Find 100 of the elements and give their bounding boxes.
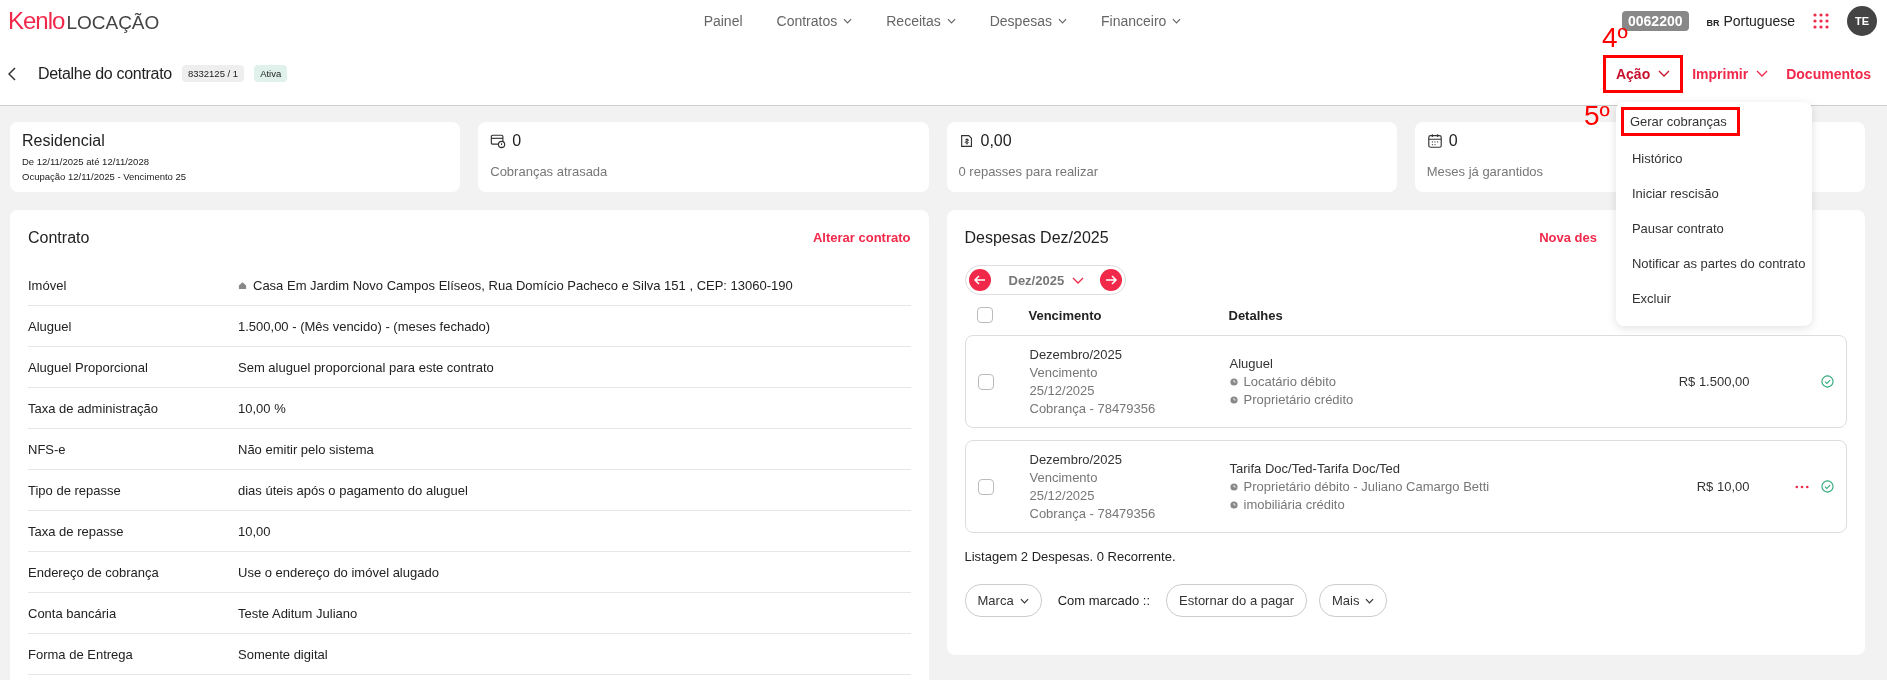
- menu-item[interactable]: Excluir: [1623, 280, 1804, 316]
- expense-amount: R$ 1.500,00: [1677, 374, 1750, 389]
- expense-row[interactable]: Dezembro/2025 Vencimento 25/12/2025 Cobrança - 78479356 Aluguel Locatário débito Proprietário crédito R$ 1.500,00: [964, 335, 1847, 428]
- due-date: 25/12/2025: [1029, 486, 1096, 505]
- house-icon: [238, 280, 247, 290]
- field-label: Taxa de repasse: [28, 523, 125, 539]
- nav-menu-item[interactable]: Receitas: [886, 13, 956, 29]
- month-label: Dez/2025: [1008, 272, 1065, 288]
- panel-title: Contrato: [28, 228, 90, 247]
- expense-title: Tarifa Doc/Ted-Tarifa Doc/Ted: [1229, 459, 1401, 478]
- field-value: Use o endereço do imóvel alugado: [238, 564, 439, 580]
- expense-period: Dezembro/2025: [1029, 450, 1123, 469]
- contract-type: Residencial: [22, 132, 106, 150]
- nav-menu-item[interactable]: Contratos: [776, 13, 853, 29]
- clock-icon: [1229, 500, 1238, 509]
- mark-button[interactable]: Marca: [964, 584, 1042, 617]
- contract-id-badge: 8332125 / 1: [181, 65, 245, 82]
- field-value: Não emitir pelo sistema: [238, 441, 374, 457]
- due-label: Vencimento: [1029, 363, 1099, 382]
- stat-label: 0 repasses para realizar: [958, 164, 1099, 179]
- field-value: 10,00: [238, 523, 271, 539]
- row-checkbox[interactable]: [977, 478, 994, 495]
- back-icon[interactable]: [8, 66, 16, 81]
- select-all-checkbox[interactable]: [976, 307, 993, 323]
- action-button[interactable]: Ação: [1603, 55, 1683, 92]
- product-name: LOCAÇÃO: [66, 12, 160, 34]
- expense-period: Dezembro/2025: [1029, 345, 1123, 364]
- clock-icon: [1229, 377, 1238, 386]
- caret-icon: [946, 18, 956, 24]
- party-entry: imobiliária crédito: [1243, 495, 1345, 514]
- more-options-icon[interactable]: [1795, 484, 1809, 489]
- expense-title: Aluguel: [1229, 354, 1274, 373]
- menu-item[interactable]: Iniciar rescisão: [1623, 175, 1804, 211]
- field-label: Aluguel Proporcional: [28, 359, 149, 375]
- page-title: Detalhe do contrato: [38, 64, 172, 83]
- action-button[interactable]: Imprimir: [1684, 58, 1777, 89]
- field-value: 10,00 %: [238, 400, 286, 416]
- row-checkbox[interactable]: [977, 373, 994, 390]
- due-date: 25/12/2025: [1029, 381, 1096, 400]
- stat-label: Meses já garantidos: [1426, 164, 1545, 179]
- field-label: Forma de Entrega: [28, 646, 134, 662]
- party-entry: Locatário débito: [1243, 372, 1336, 391]
- stat-value: 0,00: [980, 132, 1012, 150]
- field-value: 1.500,00 - (Mês vencido) - (meses fechado): [238, 318, 491, 334]
- field-value: dias úteis após o pagamento do aluguel: [238, 482, 468, 498]
- status-badge: Ativa: [254, 65, 288, 82]
- revert-button[interactable]: Estornar do a pagar: [1166, 584, 1307, 617]
- language-selector[interactable]: BR Portuguese: [1706, 13, 1795, 29]
- menu-item[interactable]: Histórico: [1623, 140, 1804, 176]
- new-expense-link[interactable]: Nova des: [1539, 230, 1597, 245]
- brand-logo[interactable]: Kenlo: [8, 7, 65, 35]
- field-label: Endereço de cobrança: [28, 564, 160, 580]
- nav-menu-item[interactable]: Financeiro: [1101, 13, 1182, 29]
- step-annotation: 5º: [1583, 101, 1610, 130]
- field-label: Taxa de administração: [28, 400, 160, 416]
- contract-occupancy: Ocupação 12/11/2025 - Vencimento 25: [22, 170, 188, 184]
- with-marked-label: Com marcado ::: [1057, 593, 1151, 608]
- user-avatar[interactable]: TE: [1847, 6, 1877, 36]
- stat-value: 0: [1448, 132, 1458, 150]
- more-button[interactable]: Mais: [1319, 584, 1388, 617]
- stat-value: 0: [512, 132, 522, 150]
- card-alert-icon: [490, 133, 507, 149]
- field-value: Sem aluguel proporcional para este contrato: [238, 359, 494, 375]
- field-label: Conta bancária: [28, 605, 118, 621]
- field-value: Somente digital: [238, 646, 328, 662]
- action-button[interactable]: Documentos: [1778, 58, 1879, 89]
- menu-item[interactable]: Gerar cobranças: [1621, 107, 1739, 135]
- caret-icon: [843, 18, 853, 24]
- charge-number: Cobrança - 78479356: [1029, 399, 1157, 418]
- column-header: Vencimento: [1028, 307, 1103, 323]
- expense-row[interactable]: Dezembro/2025 Vencimento 25/12/2025 Cobrança - 78479356 Tarifa Doc/Ted-Tarifa Doc/Ted Proprietário débito - Juliano Camargo Betti imobiliária crédito R$ 10,00: [964, 440, 1847, 533]
- charge-number: Cobrança - 78479356: [1029, 504, 1157, 523]
- due-label: Vencimento: [1029, 468, 1099, 487]
- column-header: Detalhes: [1228, 307, 1284, 323]
- field-label: Tipo de repasse: [28, 482, 122, 498]
- nav-menu-item[interactable]: Despesas: [989, 13, 1067, 29]
- nav-menu-item[interactable]: Painel: [703, 13, 743, 29]
- clock-icon: [1229, 395, 1238, 404]
- party-entry: Proprietário débito - Juliano Camargo Betti: [1243, 477, 1490, 496]
- clock-icon: [1229, 482, 1238, 491]
- field-value: Casa Em Jardim Novo Campos Elíseos, Rua Domício Pacheco e Silva 151 , CEP: 13060-190: [253, 277, 793, 293]
- field-value: Teste Aditum Juliano: [238, 605, 358, 621]
- panel-title: Despesas Dez/2025: [964, 228, 1109, 247]
- field-label: Imóvel: [28, 277, 68, 293]
- caret-icon: [1658, 70, 1671, 77]
- caret-icon: [1756, 70, 1769, 77]
- calendar-icon: [1426, 133, 1443, 149]
- party-entry: Proprietário crédito: [1243, 390, 1354, 409]
- caret-icon: [1019, 597, 1029, 604]
- menu-item[interactable]: Notificar as partes do contrato: [1623, 245, 1804, 281]
- caret-icon: [1058, 18, 1067, 24]
- field-label: Aluguel: [28, 318, 73, 334]
- menu-item[interactable]: Pausar contrato: [1623, 210, 1804, 246]
- caret-icon: [1365, 597, 1375, 604]
- expense-amount: R$ 10,00: [1695, 479, 1750, 494]
- contract-period: De 12/11/2025 até 12/11/2028: [22, 155, 150, 169]
- field-label: NFS-e: [28, 441, 67, 457]
- edit-contract-link[interactable]: Alterar contrato: [812, 230, 911, 245]
- apps-grid-icon[interactable]: [1813, 13, 1829, 29]
- caret-icon: [1172, 18, 1182, 24]
